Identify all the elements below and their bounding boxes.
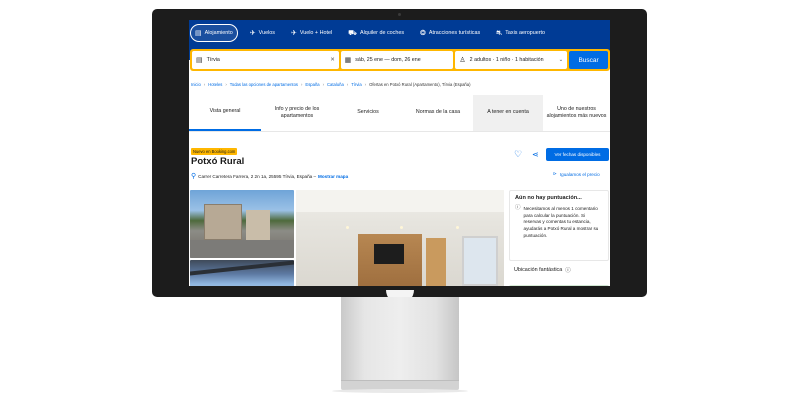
breadcrumb-link[interactable]: Todas las opciones de apartamentos xyxy=(230,82,298,87)
chevron-right-icon: › xyxy=(322,82,325,87)
chevron-down-icon: ⌄ xyxy=(558,57,564,63)
tab-fine-print[interactable]: A tener en cuenta xyxy=(473,95,543,131)
map-pin-icon: ⚲ xyxy=(191,173,197,180)
guests-wrap: ♙ 2 adultos · 1 niño · 1 habitación xyxy=(459,56,543,64)
chevron-right-icon: › xyxy=(225,82,227,87)
photo-living-room[interactable] xyxy=(296,190,504,286)
guests-field[interactable]: ♙ 2 adultos · 1 niño · 1 habitación ⌄ xyxy=(455,51,568,69)
breadcrumb-link[interactable]: Hoteles xyxy=(208,82,222,87)
info-icon[interactable]: ⓘ xyxy=(565,266,570,274)
calendar-icon: ▦ xyxy=(344,57,352,64)
nav-item-airport-taxis[interactable]: ⛐ Taxis aeropuerto xyxy=(492,24,549,42)
camera-dot xyxy=(398,13,401,16)
plane-icon: ✈ xyxy=(249,29,256,37)
chevron-right-icon: › xyxy=(346,82,349,87)
heart-icon[interactable]: ♡ xyxy=(514,149,522,160)
photo-building xyxy=(204,204,242,240)
bed-icon: ▤ xyxy=(195,29,202,37)
tab-overview[interactable]: Vista general xyxy=(189,95,261,131)
photo-light xyxy=(456,226,459,229)
photo-ceiling xyxy=(296,190,504,212)
chevron-right-icon: › xyxy=(203,82,206,87)
stand-shadow xyxy=(332,389,468,393)
nav-item-attractions[interactable]: ❂ Atracciones turísticas xyxy=(416,24,484,42)
review-body: ⓘ Necesitamos al menos 1 comentario para… xyxy=(515,205,603,239)
breadcrumb-link[interactable]: España xyxy=(305,82,319,87)
tag-icon: ⊳ xyxy=(553,171,557,176)
price-match-link[interactable]: ⊳ Igualamos el precio xyxy=(553,171,600,177)
nav-item-accommodation[interactable]: ▤ Alojamiento xyxy=(190,24,238,42)
location-rating: Ubicación fantástica ⓘ xyxy=(514,266,571,274)
address-text: Carrer Carretera Farrera, 2 2n 1a, 25595… xyxy=(198,173,317,179)
chevron-right-icon: › xyxy=(301,82,303,87)
photo-light xyxy=(400,226,403,229)
search-button[interactable]: Buscar xyxy=(569,51,609,69)
breadcrumb-current: Ofertas en Potxó Rural (Apartamento), Tí… xyxy=(369,82,471,87)
photo-building xyxy=(246,210,270,240)
photo-terrace[interactable] xyxy=(190,260,294,286)
photo-beam xyxy=(190,260,294,276)
price-match-label: Igualamos el precio xyxy=(559,171,600,177)
nav-tabs: ▤ Alojamiento ✈ Vuelos ✈ Vuelo + Hotel ⛟… xyxy=(189,24,549,42)
review-text: Necesitamos al menos 1 comentario para c… xyxy=(523,206,599,238)
location-label: Ubicación fantástica xyxy=(514,267,563,273)
photo-window xyxy=(462,236,498,286)
destination-value: Tírvia xyxy=(206,57,220,63)
property-address: ⚲ Carrer Carretera Farrera, 2 2n 1a, 255… xyxy=(191,172,348,180)
bed-icon: ▤ xyxy=(196,57,203,64)
person-icon: ♙ xyxy=(459,57,466,64)
photo-road xyxy=(190,240,294,258)
share-icon[interactable]: ⋖ xyxy=(532,150,539,159)
clear-icon[interactable]: ✕ xyxy=(330,57,334,63)
breadcrumb: Inicio › Hoteles › Todas las opciones de a… xyxy=(191,82,470,87)
breadcrumb-link[interactable]: Cataluña xyxy=(327,82,344,87)
car-icon: ⛟ xyxy=(348,29,357,37)
nav-item-flight-hotel[interactable]: ✈ Vuelo + Hotel xyxy=(287,24,336,42)
property-tabs: Vista general Info y precio de los apart… xyxy=(189,95,610,132)
tab-facilities[interactable]: Servicios xyxy=(333,95,403,131)
taxi-icon: ⛐ xyxy=(496,29,503,37)
attractions-icon: ❂ xyxy=(420,29,426,37)
dates-field[interactable]: ▦ sáb, 25 ene — dom, 26 ene xyxy=(340,51,454,69)
chevron-right-icon: › xyxy=(364,82,367,87)
screen: ▤ Alojamiento ✈ Vuelos ✈ Vuelo + Hotel ⛟… xyxy=(189,20,610,286)
tab-info-prices[interactable]: Info y precio de los apartamentos xyxy=(261,95,333,131)
monitor-frame: ▤ Alojamiento ✈ Vuelos ✈ Vuelo + Hotel ⛟… xyxy=(152,9,647,297)
nav-item-label: Taxis aeropuerto xyxy=(505,30,546,36)
guests-value: 2 adultos · 1 niño · 1 habitación xyxy=(469,57,544,63)
nav-item-label: Alquiler de coches xyxy=(359,30,405,36)
show-map-link[interactable]: Mostrar mapa xyxy=(318,174,348,179)
breadcrumb-link[interactable]: Inicio xyxy=(191,82,201,87)
property-title: Potxó Rural xyxy=(191,156,245,167)
nav-item-label: Atracciones turísticas xyxy=(428,30,481,36)
nav-item-label: Vuelos xyxy=(258,30,275,36)
nav-item-car-rental[interactable]: ⛟ Alquiler de coches xyxy=(344,24,408,42)
nav-item-label: Alojamiento xyxy=(204,30,233,36)
destination-wrap: ▤ Tírvia xyxy=(196,56,220,64)
review-title: Aún no hay puntuación... xyxy=(515,195,582,201)
review-score-card: Aún no hay puntuación... ⓘ Necesitamos a… xyxy=(509,190,609,261)
info-icon: ⓘ xyxy=(515,205,521,211)
nav-item-flights[interactable]: ✈ Vuelos xyxy=(246,24,279,42)
destination-field[interactable]: ▤ Tírvia ✕ xyxy=(192,51,339,69)
monitor-stand xyxy=(341,297,459,380)
plane-hotel-icon: ✈ xyxy=(290,29,297,37)
dates-value: sáb, 25 ene — dom, 26 ene xyxy=(355,57,421,63)
new-badge: Nuevo en Booking.com xyxy=(191,148,238,155)
tab-newest-properties[interactable]: Uno de nuestros alojamientos más nuevos xyxy=(543,95,610,131)
tab-house-rules[interactable]: Normas de la casa xyxy=(403,95,473,131)
map-thumbnail[interactable] xyxy=(509,285,609,286)
photo-door xyxy=(426,238,446,286)
photo-tv xyxy=(374,244,404,264)
search-bar: ▤ Tírvia ✕ ▦ sáb, 25 ene — dom, 26 ene ♙… xyxy=(190,49,610,71)
breadcrumb-link[interactable]: Tírvia xyxy=(351,82,361,87)
photo-light xyxy=(346,226,349,229)
see-availability-button[interactable]: Ver fechas disponibles xyxy=(546,148,609,161)
photo-exterior[interactable] xyxy=(190,190,294,258)
nav-item-label: Vuelo + Hotel xyxy=(299,30,333,36)
